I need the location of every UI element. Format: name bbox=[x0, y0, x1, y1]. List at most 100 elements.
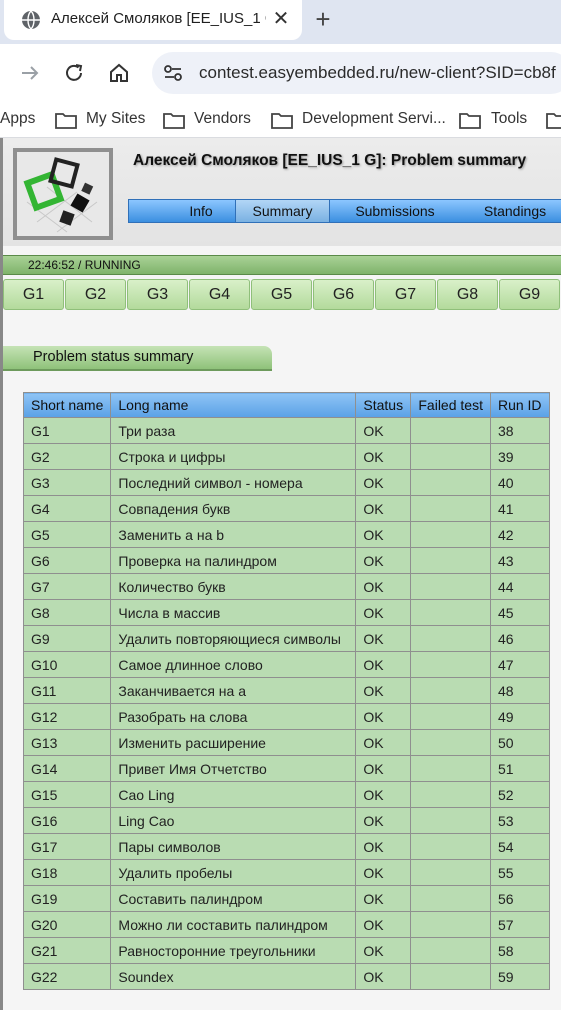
long-name-cell: Совпадения букв bbox=[110, 495, 357, 522]
short-name-cell[interactable]: G6 bbox=[22, 547, 112, 574]
problem-tab-g9[interactable]: G9 bbox=[499, 279, 560, 310]
address-bar[interactable]: contest.easyembedded.ru/new-client?SID=c… bbox=[152, 52, 561, 94]
run-id-cell[interactable]: 52 bbox=[489, 781, 550, 808]
short-name-cell[interactable]: G10 bbox=[22, 651, 112, 678]
short-name-cell[interactable]: G4 bbox=[22, 495, 112, 522]
problem-tabs: G1 G2 G3 G4 G5 G6 G7 G8 G9 bbox=[3, 279, 561, 311]
folder-icon bbox=[163, 113, 185, 129]
run-id-cell[interactable]: 54 bbox=[489, 833, 550, 860]
short-name-cell[interactable]: G8 bbox=[22, 599, 112, 626]
problem-tab-g6[interactable]: G6 bbox=[313, 279, 374, 310]
long-name-cell: Составить палиндром bbox=[110, 885, 357, 912]
failed-test-cell bbox=[410, 807, 491, 834]
menu-standings[interactable]: Standings bbox=[460, 200, 561, 222]
short-name-cell[interactable]: G12 bbox=[22, 703, 112, 730]
run-id-cell[interactable]: 55 bbox=[489, 859, 550, 886]
run-id-cell[interactable]: 49 bbox=[489, 703, 550, 730]
col-short-name: Short name bbox=[22, 392, 112, 418]
run-id-cell[interactable]: 45 bbox=[489, 599, 550, 626]
status-cell: OK bbox=[355, 755, 412, 782]
run-id-cell[interactable]: 51 bbox=[489, 755, 550, 782]
menu-summary[interactable]: Summary bbox=[235, 200, 330, 222]
run-id-cell[interactable]: 56 bbox=[489, 885, 550, 912]
failed-test-cell bbox=[410, 651, 491, 678]
run-id-cell[interactable]: 53 bbox=[489, 807, 550, 834]
short-name-cell[interactable]: G16 bbox=[22, 807, 112, 834]
failed-test-cell bbox=[410, 521, 491, 548]
problem-tab-g3[interactable]: G3 bbox=[127, 279, 188, 310]
run-id-cell[interactable]: 43 bbox=[489, 547, 550, 574]
short-name-cell[interactable]: G1 bbox=[22, 417, 112, 444]
short-name-cell[interactable]: G3 bbox=[22, 469, 112, 496]
run-id-cell[interactable]: 57 bbox=[489, 911, 550, 938]
short-name-cell[interactable]: G20 bbox=[22, 911, 112, 938]
server-time: 22:46:52 bbox=[28, 258, 75, 272]
short-name-cell[interactable]: G18 bbox=[22, 859, 112, 886]
site-settings-icon[interactable] bbox=[162, 62, 184, 84]
problem-tab-g2[interactable]: G2 bbox=[65, 279, 126, 310]
folder-icon bbox=[546, 113, 561, 129]
logo-image bbox=[17, 152, 109, 236]
short-name-cell[interactable]: G13 bbox=[22, 729, 112, 756]
status-cell: OK bbox=[355, 703, 412, 730]
problem-tab-g7[interactable]: G7 bbox=[375, 279, 436, 310]
short-name-cell[interactable]: G5 bbox=[22, 521, 112, 548]
menu-info[interactable]: Info bbox=[129, 200, 235, 222]
long-name-cell: Разобрать на слова bbox=[110, 703, 357, 730]
short-name-cell[interactable]: G11 bbox=[22, 677, 112, 704]
run-id-cell[interactable]: 38 bbox=[489, 417, 550, 444]
table-row: G21 Равносторонние треугольники OK 58 bbox=[22, 937, 550, 964]
table-row: G17 Пары символов OK 54 bbox=[22, 833, 550, 860]
run-id-cell[interactable]: 44 bbox=[489, 573, 550, 600]
short-name-cell[interactable]: G21 bbox=[22, 937, 112, 964]
short-name-cell[interactable]: G2 bbox=[22, 443, 112, 470]
table-row: G15 Cao Ling OK 52 bbox=[22, 781, 550, 808]
bookmark-vendors[interactable]: Vendors bbox=[194, 110, 251, 128]
status-bar: 22:46:52 / RUNNING bbox=[3, 255, 561, 275]
bookmark-tools[interactable]: Tools bbox=[491, 110, 527, 128]
long-name-cell: Ling Cao bbox=[110, 807, 357, 834]
short-name-cell[interactable]: G14 bbox=[22, 755, 112, 782]
run-id-cell[interactable]: 39 bbox=[489, 443, 550, 470]
table-header-row: Short name Long name Status Failed test … bbox=[22, 392, 550, 418]
table-row: G19 Составить палиндром OK 56 bbox=[22, 885, 550, 912]
run-id-cell[interactable]: 41 bbox=[489, 495, 550, 522]
failed-test-cell bbox=[410, 599, 491, 626]
status-cell: OK bbox=[355, 599, 412, 626]
problem-tab-g8[interactable]: G8 bbox=[437, 279, 498, 310]
bookmark-development-services[interactable]: Development Servi... bbox=[302, 110, 446, 128]
problem-tab-g1[interactable]: G1 bbox=[3, 279, 64, 310]
short-name-cell[interactable]: G19 bbox=[22, 885, 112, 912]
status-cell: OK bbox=[355, 781, 412, 808]
long-name-cell: Числа в массив bbox=[110, 599, 357, 626]
bookmark-my-sites[interactable]: My Sites bbox=[86, 110, 145, 128]
browser-tab[interactable]: Алексей Смоляков [EE_IUS_1 G ✕ bbox=[4, 0, 302, 40]
run-id-cell[interactable]: 40 bbox=[489, 469, 550, 496]
run-id-cell[interactable]: 48 bbox=[489, 677, 550, 704]
run-id-cell[interactable]: 59 bbox=[489, 963, 550, 990]
run-id-cell[interactable]: 47 bbox=[489, 651, 550, 678]
run-id-cell[interactable]: 50 bbox=[489, 729, 550, 756]
problem-tab-g4[interactable]: G4 bbox=[189, 279, 250, 310]
run-id-cell[interactable]: 46 bbox=[489, 625, 550, 652]
bookmark-apps[interactable]: Apps bbox=[0, 110, 35, 128]
problem-tab-g5[interactable]: G5 bbox=[251, 279, 312, 310]
run-id-cell[interactable]: 58 bbox=[489, 937, 550, 964]
short-name-cell[interactable]: G7 bbox=[22, 573, 112, 600]
reload-icon[interactable] bbox=[62, 61, 86, 85]
forward-icon[interactable] bbox=[18, 61, 42, 85]
col-status: Status bbox=[355, 392, 412, 418]
short-name-cell[interactable]: G15 bbox=[22, 781, 112, 808]
close-icon[interactable]: ✕ bbox=[270, 6, 292, 31]
home-icon[interactable] bbox=[107, 61, 131, 85]
new-tab-icon[interactable]: + bbox=[310, 4, 336, 35]
failed-test-cell bbox=[410, 781, 491, 808]
table-row: G11 Заканчивается на a OK 48 bbox=[22, 677, 550, 704]
menu-submissions[interactable]: Submissions bbox=[330, 200, 460, 222]
short-name-cell[interactable]: G22 bbox=[22, 963, 112, 990]
run-id-cell[interactable]: 42 bbox=[489, 521, 550, 548]
short-name-cell[interactable]: G9 bbox=[22, 625, 112, 652]
short-name-cell[interactable]: G17 bbox=[22, 833, 112, 860]
table-row: G6 Проверка на палиндром OK 43 bbox=[22, 547, 550, 574]
status-separator: / bbox=[74, 258, 85, 272]
